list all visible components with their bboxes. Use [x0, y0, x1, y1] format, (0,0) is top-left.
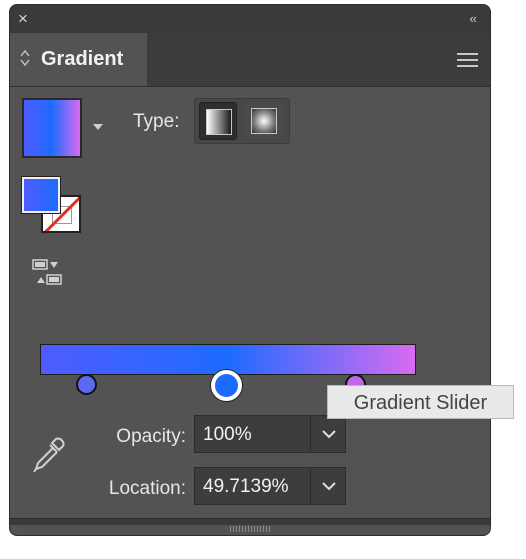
chevron-down-icon	[322, 430, 336, 439]
tab-gradient[interactable]: Gradient	[10, 33, 147, 86]
tooltip: Gradient Slider	[327, 385, 514, 419]
chevron-down-icon	[322, 482, 336, 491]
panel-bottom-strip	[10, 518, 490, 525]
gradient-stop-selected[interactable]	[211, 370, 242, 401]
fill-swatch[interactable]	[21, 176, 61, 214]
eyedropper-icon[interactable]	[32, 436, 66, 480]
type-label: Type:	[133, 111, 180, 132]
location-dropdown-button[interactable]	[310, 467, 346, 505]
panel-tabbar: Gradient	[10, 33, 490, 87]
panel-title: Gradient	[41, 48, 124, 70]
opacity-value: 100%	[203, 424, 252, 445]
panel-menu-icon[interactable]	[457, 53, 478, 67]
location-field[interactable]: 49.7139%	[194, 467, 311, 505]
radial-gradient-button[interactable]	[245, 102, 283, 140]
radial-gradient-icon	[251, 108, 277, 134]
linear-gradient-button[interactable]	[199, 102, 237, 140]
linear-gradient-icon	[206, 109, 232, 135]
chevron-down-icon[interactable]	[93, 124, 103, 130]
location-label: Location:	[108, 478, 186, 499]
close-icon[interactable]: ×	[18, 10, 28, 28]
opacity-dropdown-button[interactable]	[310, 415, 346, 453]
expand-arrows-icon[interactable]	[20, 48, 30, 68]
collapse-icon[interactable]: ‹‹	[469, 10, 477, 28]
gradient-panel: × ‹‹ Gradient Type: Opacity: 100% Locati…	[9, 4, 491, 536]
gradient-preview-swatch[interactable]	[22, 98, 82, 158]
location-value: 49.7139%	[203, 476, 289, 497]
reverse-gradient-icon[interactable]	[32, 257, 66, 287]
gradient-stop[interactable]	[76, 374, 97, 395]
resize-grip[interactable]	[230, 526, 270, 532]
gradient-type-group	[194, 98, 290, 144]
opacity-field[interactable]: 100%	[194, 415, 311, 453]
panel-titlebar: × ‹‹	[10, 5, 490, 33]
